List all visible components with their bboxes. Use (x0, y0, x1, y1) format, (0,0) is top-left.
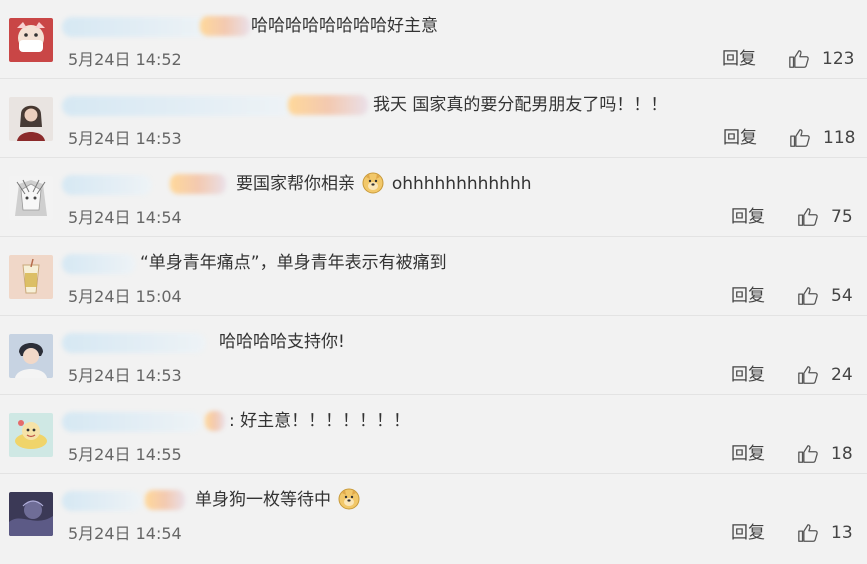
cartoon-avatar-icon[interactable] (9, 413, 53, 457)
thumbs-up-icon (798, 366, 818, 384)
like-count: 24 (831, 365, 853, 385)
like-button[interactable]: 24 (797, 363, 853, 387)
like-button[interactable]: 118 (789, 126, 855, 150)
comment-list: 哈哈哈哈哈哈哈哈好主意 5月24日 14:52 回复 123 我天 国家真的要分… (0, 0, 867, 553)
like-count: 54 (831, 286, 853, 306)
reply-button[interactable]: 回复 (731, 364, 765, 386)
thumbs-up-icon (790, 129, 810, 147)
comment-text: 哈哈哈哈哈哈哈哈好主意 (251, 16, 438, 36)
comment-text: 要国家帮你相亲 ohhhhhhhhhhhh (236, 172, 532, 194)
user-badge-blurred (288, 95, 368, 115)
comment-item: 要国家帮你相亲 ohhhhhhhhhhhh 5月24日 14:54 回复 75 (0, 158, 867, 237)
reply-button[interactable]: 回复 (723, 127, 757, 149)
girl-avatar-icon[interactable] (9, 97, 53, 141)
comment-item: 我天 国家真的要分配男朋友了吗！！！ 5月24日 14:53 回复 118 (0, 79, 867, 158)
comment-item: 哈哈哈哈支持你! 5月24日 14:53 回复 24 (0, 316, 867, 395)
comment-time: 5月24日 14:53 (68, 129, 182, 148)
comment-text: 单身狗一枚等待中 (195, 488, 362, 512)
like-button[interactable]: 18 (797, 442, 853, 466)
comment-item: 哈哈哈哈哈哈哈哈好主意 5月24日 14:52 回复 123 (0, 0, 867, 79)
anime-avatar-icon[interactable] (9, 176, 53, 220)
thumbs-up-icon (798, 287, 818, 305)
reply-button[interactable]: 回复 (731, 285, 765, 307)
like-button[interactable]: 75 (797, 205, 853, 229)
username-blurred[interactable] (62, 175, 152, 195)
comment-text: 我天 国家真的要分配男朋友了吗！！！ (373, 95, 668, 115)
doge-emoji-icon (338, 488, 360, 510)
comment-item: : 好主意！！！！！！！ 5月24日 14:55 回复 18 (0, 395, 867, 474)
username-blurred[interactable] (62, 333, 206, 353)
comment-item: “单身青年痛点”，单身青年表示有被痛到 5月24日 15:04 回复 54 (0, 237, 867, 316)
username-blurred[interactable] (62, 96, 292, 116)
like-button[interactable]: 54 (797, 284, 853, 308)
comment-time: 5月24日 14:52 (68, 50, 182, 69)
like-count: 75 (831, 207, 853, 227)
thumbs-up-icon (798, 445, 818, 463)
comment-text: : 好主意！！！！！！！ (229, 411, 411, 431)
like-button[interactable]: 123 (788, 47, 854, 71)
comment-text: “单身青年痛点”，单身青年表示有被痛到 (140, 253, 447, 273)
comment-item: 单身狗一枚等待中 5月24日 14:54 回复 13 (0, 474, 867, 553)
reply-button[interactable]: 回复 (731, 522, 765, 544)
boy-avatar-icon[interactable] (9, 334, 53, 378)
like-count: 13 (831, 523, 853, 543)
username-blurred[interactable] (62, 412, 202, 432)
username-blurred[interactable] (62, 254, 136, 274)
username-blurred[interactable] (62, 17, 212, 37)
user-badge-blurred (205, 411, 225, 431)
user-badge-blurred (200, 16, 250, 36)
comment-time: 5月24日 14:55 (68, 445, 182, 464)
like-count: 123 (822, 49, 855, 69)
dark-avatar-icon[interactable] (9, 492, 53, 536)
like-count: 118 (823, 128, 856, 148)
user-badge-blurred (145, 490, 185, 510)
comment-text: 哈哈哈哈支持你! (219, 332, 345, 352)
like-count: 18 (831, 444, 853, 464)
comment-time: 5月24日 14:53 (68, 366, 182, 385)
comment-time: 5月24日 15:04 (68, 287, 182, 306)
mask-avatar-icon[interactable] (9, 18, 53, 62)
drink-avatar-icon[interactable] (9, 255, 53, 299)
reply-button[interactable]: 回复 (731, 206, 765, 228)
thumbs-up-icon (789, 50, 809, 68)
comment-time: 5月24日 14:54 (68, 524, 182, 543)
username-blurred[interactable] (62, 491, 142, 511)
reply-button[interactable]: 回复 (731, 443, 765, 465)
user-badge-blurred (170, 174, 226, 194)
doge-emoji-icon (362, 172, 384, 194)
thumbs-up-icon (798, 524, 818, 542)
thumbs-up-icon (798, 208, 818, 226)
comment-time: 5月24日 14:54 (68, 208, 182, 227)
reply-button[interactable]: 回复 (722, 48, 756, 70)
like-button[interactable]: 13 (797, 521, 853, 545)
